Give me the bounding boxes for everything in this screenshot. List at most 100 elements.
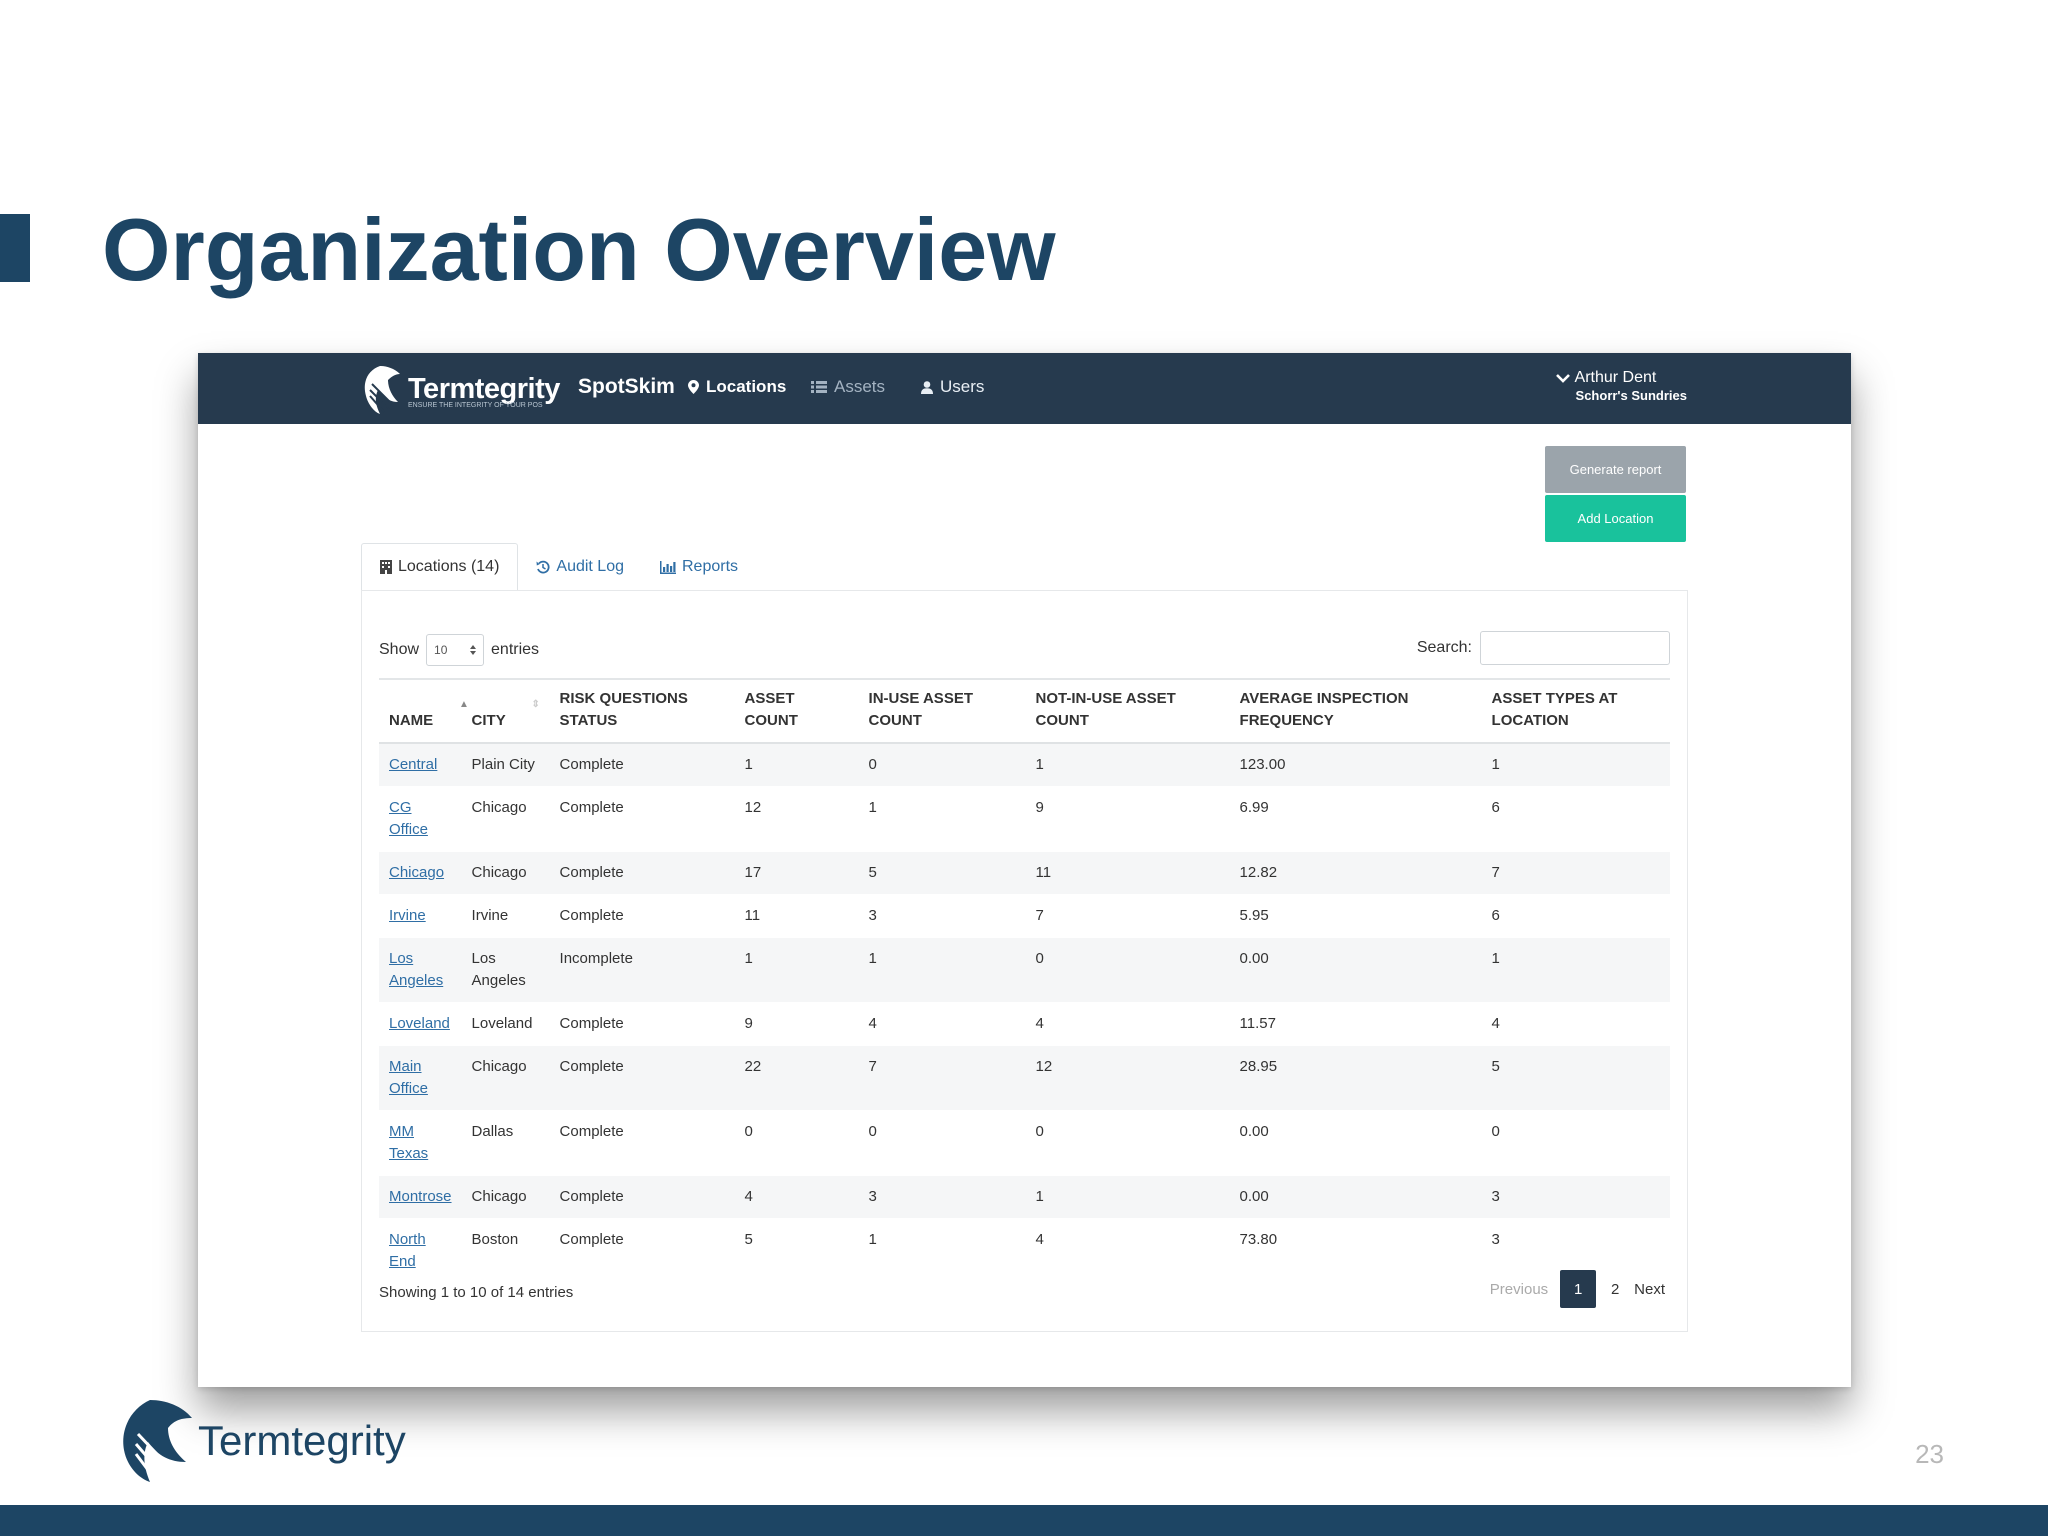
cell-name: Central [379, 743, 462, 787]
cell-in-use: 1 [858, 937, 1026, 1003]
page-1-button[interactable]: 1 [1560, 1270, 1597, 1308]
next-page-button[interactable]: Next [1634, 1281, 1665, 1298]
table-info: Showing 1 to 10 of 14 entries [379, 1284, 574, 1301]
location-link[interactable]: CG Office [389, 799, 428, 838]
location-link[interactable]: MM Texas [389, 1123, 428, 1162]
chevron-down-icon [1555, 374, 1570, 383]
user-organization: Schorr's Sundries [1575, 388, 1687, 403]
location-link[interactable]: North End [389, 1231, 426, 1270]
table-row: CG Office Chicago Complete 12 1 9 6.99 6 [379, 786, 1670, 852]
column-header-asset-count[interactable]: ASSET COUNT [734, 678, 859, 744]
column-header-name[interactable]: NAME ▲ [379, 678, 469, 744]
cell-asset-count: 11 [734, 894, 859, 938]
cell-avg-inspection: 0.00 [1229, 1175, 1482, 1219]
show-label: Show [379, 641, 420, 658]
cell-risk-status: Complete [549, 1045, 735, 1111]
cell-asset-types: 1 [1481, 743, 1670, 787]
cell-city: Dallas [461, 1110, 550, 1176]
user-menu[interactable]: Arthur Dent Schorr's Sundries [1555, 369, 1687, 405]
cell-in-use: 4 [858, 1002, 1026, 1046]
app-screenshot: Termtegrity ENSURE THE INTEGRITY OF YOUR… [198, 353, 1851, 1387]
location-link[interactable]: Central [389, 756, 437, 773]
cell-risk-status: Complete [549, 851, 735, 895]
cell-asset-count: 4 [734, 1175, 859, 1219]
tab-label: Reports [682, 558, 739, 575]
history-icon [536, 560, 550, 574]
select-arrows-icon [470, 645, 477, 655]
page-size-select[interactable]: 10 [426, 634, 485, 666]
cell-asset-types: 7 [1481, 851, 1670, 895]
cell-not-in-use: 12 [1025, 1045, 1230, 1111]
cell-city: Irvine [461, 894, 550, 938]
cell-in-use: 3 [858, 894, 1026, 938]
add-location-button[interactable]: Add Location [1545, 495, 1686, 542]
cell-asset-types: 6 [1481, 786, 1670, 852]
cell-risk-status: Incomplete [549, 937, 735, 1003]
pagination: Previous 1 2 Next [1490, 1270, 1665, 1308]
cell-in-use: 1 [858, 786, 1026, 852]
cell-not-in-use: 4 [1025, 1002, 1230, 1046]
table-row: Central Plain City Complete 1 0 1 123.00 1 [379, 743, 1670, 787]
cell-name: Main Office [379, 1045, 462, 1111]
cell-in-use: 0 [858, 1110, 1026, 1176]
previous-page-button[interactable]: Previous [1490, 1281, 1548, 1298]
cell-asset-types: 3 [1481, 1175, 1670, 1219]
page-2-button[interactable]: 2 [1608, 1281, 1622, 1298]
cell-risk-status: Complete [549, 1175, 735, 1219]
location-link[interactable]: Los Angeles [389, 950, 443, 989]
locations-table: NAME ▲ CITY ⇕ RISK QUESTIONS STATUS ASSET … [379, 678, 1670, 1284]
cell-city: Loveland [461, 1002, 550, 1046]
tab-locations[interactable]: Locations (14) [361, 543, 519, 591]
column-header-in-use[interactable]: IN-USE ASSET COUNT [858, 678, 1026, 744]
cell-avg-inspection: 6.99 [1229, 786, 1482, 852]
app-name[interactable]: SpotSkim [578, 375, 675, 399]
tab-reports[interactable]: Reports [642, 544, 756, 590]
nav-item-assets[interactable]: Assets [811, 377, 885, 397]
bottom-bar [0, 1505, 2048, 1536]
location-link[interactable]: Loveland [389, 1015, 450, 1032]
cell-not-in-use: 9 [1025, 786, 1230, 852]
table-body: Central Plain City Complete 1 0 1 123.00 1 CG Of… [379, 743, 1670, 1284]
footer-brand-name: Termtegrity [198, 1417, 406, 1464]
column-header-avg-inspection[interactable]: AVERAGE INSPECTION FREQUENCY [1229, 678, 1482, 744]
slide-page-number: 23 [1915, 1439, 1944, 1469]
cell-name: North End [379, 1218, 462, 1284]
column-header-not-in-use[interactable]: NOT-IN-USE ASSET COUNT [1025, 678, 1230, 744]
location-link[interactable]: Chicago [389, 864, 444, 881]
search-label: Search: [1416, 639, 1472, 656]
location-link[interactable]: Irvine [389, 907, 426, 924]
tab-label: Audit Log [556, 558, 624, 575]
tab-audit-log[interactable]: Audit Log [518, 544, 642, 590]
cell-asset-count: 1 [734, 937, 859, 1003]
slide-accent-bar [0, 214, 30, 282]
cell-in-use: 0 [858, 743, 1026, 787]
cell-avg-inspection: 123.00 [1229, 743, 1482, 787]
location-link[interactable]: Montrose [389, 1188, 452, 1205]
cell-asset-types: 4 [1481, 1002, 1670, 1046]
generate-report-button[interactable]: Generate report [1545, 446, 1686, 493]
location-link[interactable]: Main Office [389, 1058, 428, 1097]
cell-name: Irvine [379, 894, 462, 938]
table-row: Main Office Chicago Complete 22 7 12 28.95 5 [379, 1045, 1670, 1111]
nav-item-locations[interactable]: Locations [688, 377, 786, 397]
cell-risk-status: Complete [549, 743, 735, 787]
cell-not-in-use: 1 [1025, 743, 1230, 787]
cell-city: Boston [461, 1218, 550, 1284]
column-header-city[interactable]: CITY ⇕ [461, 678, 550, 744]
cell-name: Montrose [379, 1175, 462, 1219]
entries-label: entries [491, 641, 540, 658]
cell-not-in-use: 1 [1025, 1175, 1230, 1219]
search-input[interactable] [1480, 631, 1670, 665]
column-header-asset-types[interactable]: ASSET TYPES AT LOCATION [1481, 678, 1670, 744]
page-size-value: 10 [434, 643, 448, 657]
column-header-risk-status[interactable]: RISK QUESTIONS STATUS [549, 678, 735, 744]
cell-avg-inspection: 11.57 [1229, 1002, 1482, 1046]
cell-in-use: 7 [858, 1045, 1026, 1111]
table-row: Chicago Chicago Complete 17 5 11 12.82 7 [379, 851, 1670, 895]
cell-risk-status: Complete [549, 894, 735, 938]
table-row: Irvine Irvine Complete 11 3 7 5.95 6 [379, 894, 1670, 938]
user-icon [921, 380, 933, 394]
nav-item-users[interactable]: Users [921, 377, 984, 397]
cell-name: MM Texas [379, 1110, 462, 1176]
table-row: MM Texas Dallas Complete 0 0 0 0.00 0 [379, 1110, 1670, 1176]
